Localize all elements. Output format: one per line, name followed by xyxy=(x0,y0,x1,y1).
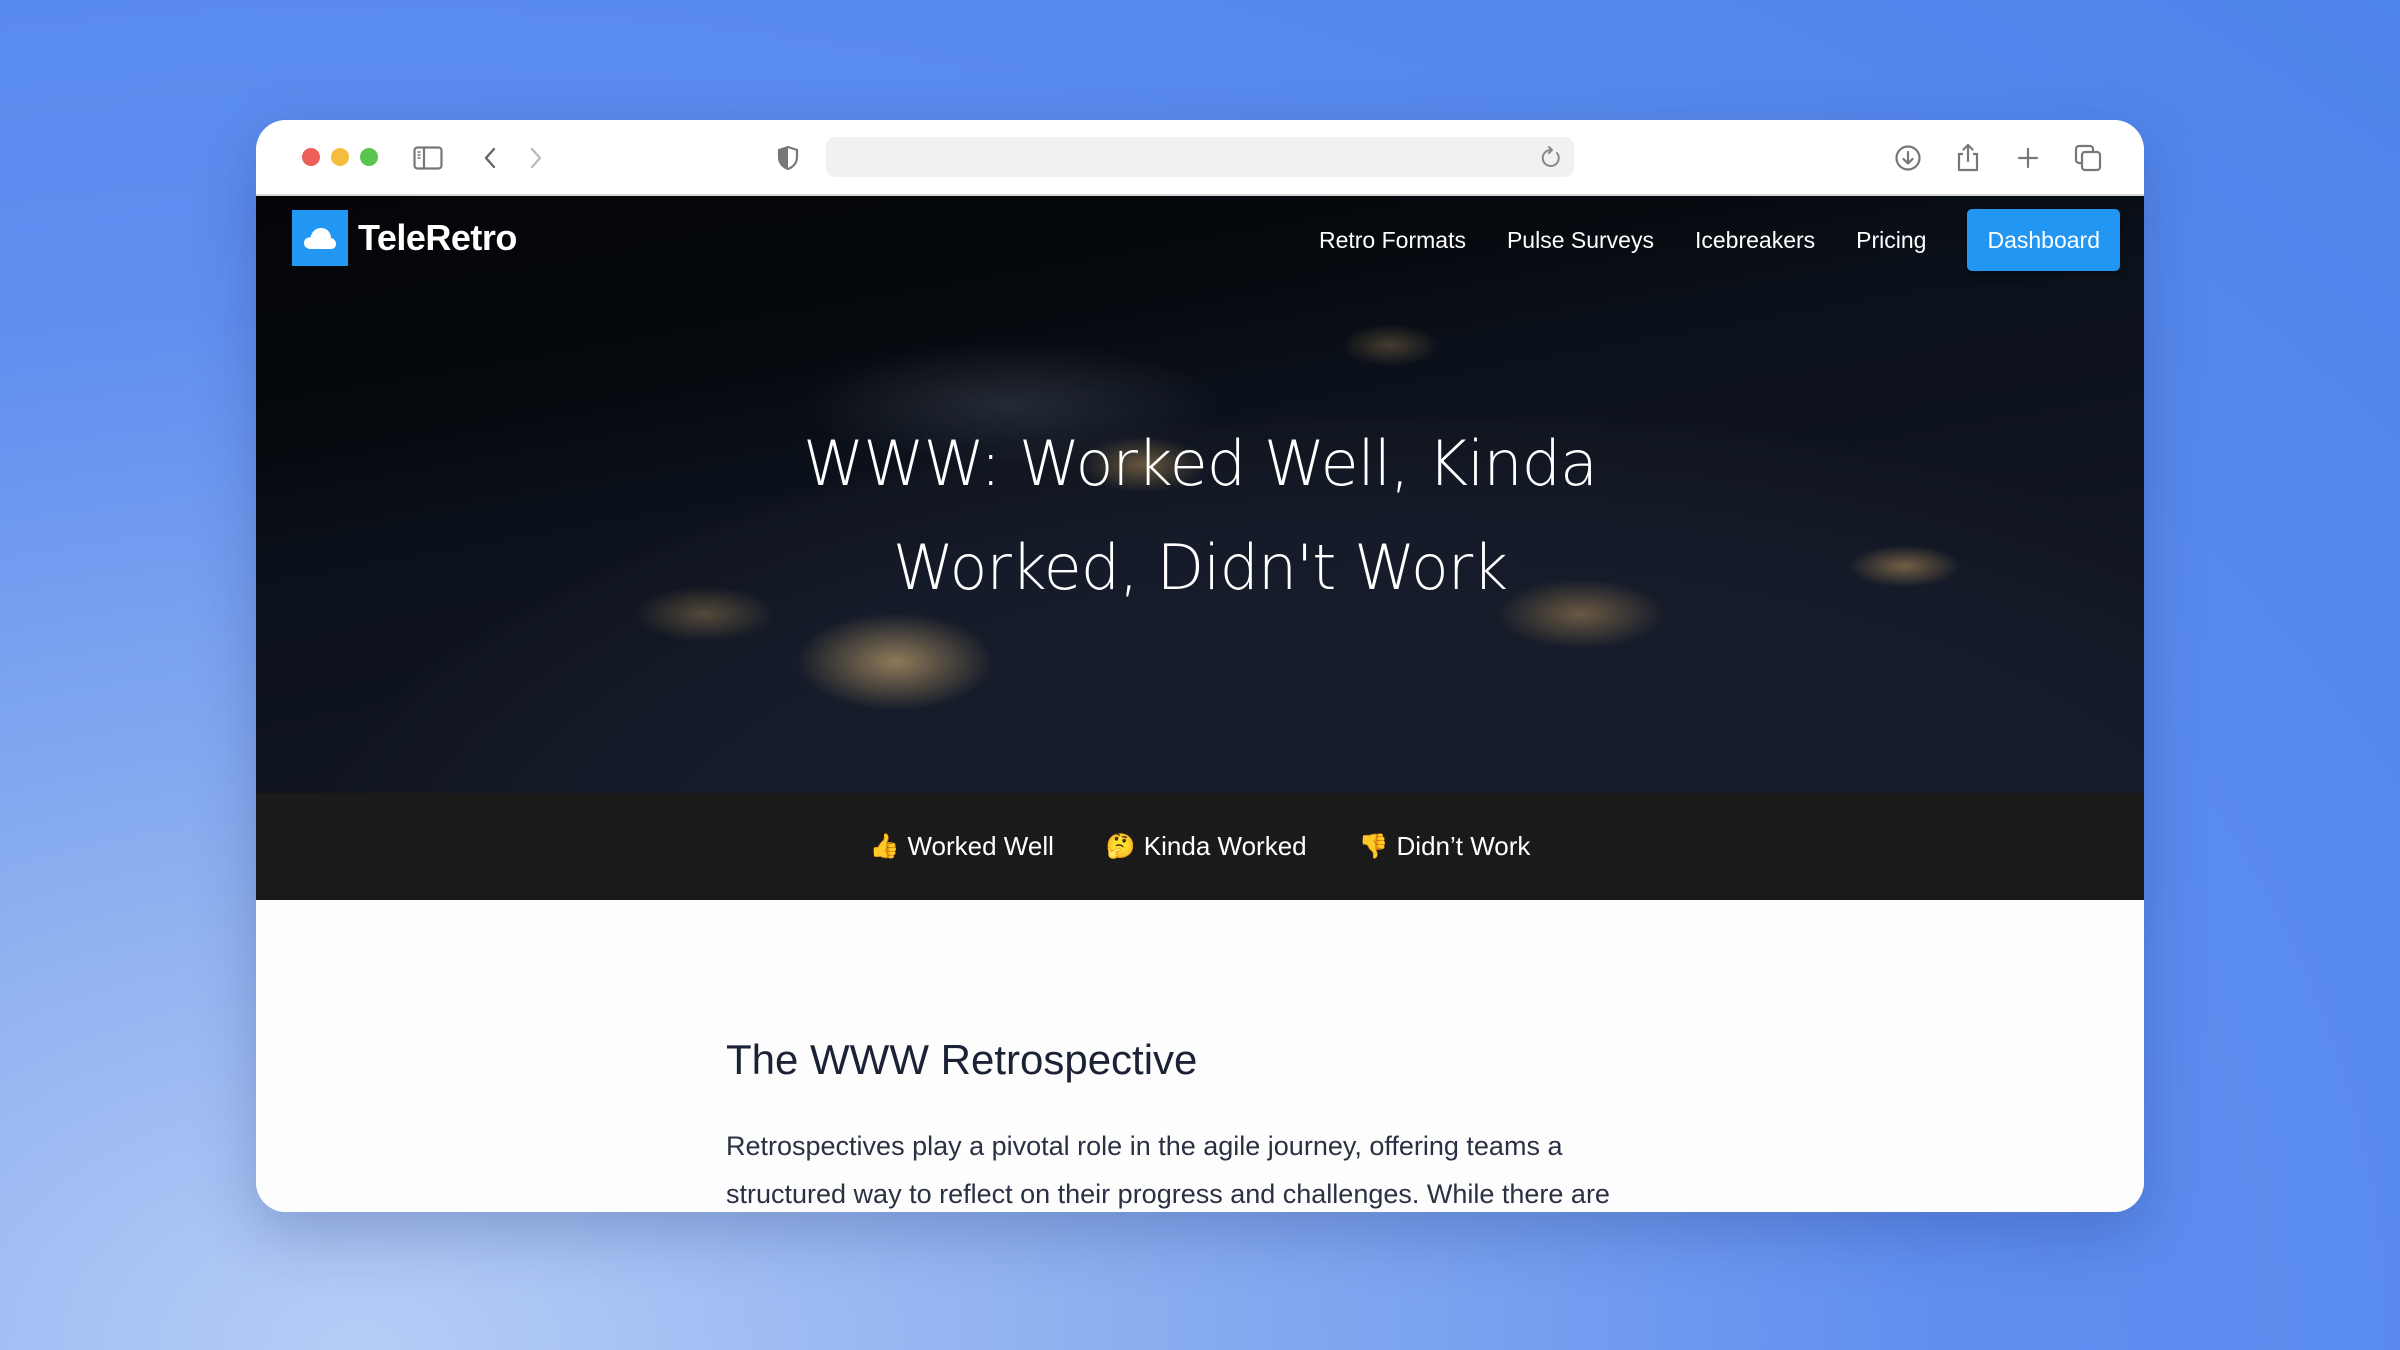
dashboard-button[interactable]: Dashboard xyxy=(1967,209,2120,271)
window-controls xyxy=(302,148,378,166)
hero-title-line-2: Worked, Didn't Work xyxy=(892,531,1508,604)
close-window-button[interactable] xyxy=(302,148,320,166)
tab-worked-well[interactable]: 👍 Worked Well xyxy=(870,831,1054,862)
plus-icon[interactable] xyxy=(2012,142,2044,174)
brand-name: TeleRetro xyxy=(358,217,517,258)
tab-label: Didn’t Work xyxy=(1396,831,1531,861)
download-icon[interactable] xyxy=(1892,142,1924,174)
chevron-right-icon[interactable] xyxy=(520,142,552,174)
hero-title-line-1: WWW: Worked Well, Kinda xyxy=(802,427,1598,500)
maximize-window-button[interactable] xyxy=(360,148,378,166)
address-bar[interactable] xyxy=(826,137,1574,177)
thinking-face-icon: 🤔 xyxy=(1105,833,1136,860)
tab-label: Worked Well xyxy=(907,831,1054,861)
chevron-left-icon[interactable] xyxy=(474,142,506,174)
tab-label: Kinda Worked xyxy=(1143,831,1307,861)
tab-kinda-worked[interactable]: 🤔 Kinda Worked xyxy=(1106,831,1307,862)
article-heading: The WWW Retrospective xyxy=(726,1036,1198,1083)
nav-link-pulse-surveys[interactable]: Pulse Surveys xyxy=(1507,227,1654,254)
category-tabs: 👍 Worked Well 🤔 Kinda Worked 👎 Didn’t Wo… xyxy=(256,793,2144,900)
nav-link-retro-formats[interactable]: Retro Formats xyxy=(1319,227,1466,254)
tabs-overview-icon[interactable] xyxy=(2072,142,2104,174)
tab-didnt-work[interactable]: 👎 Didn’t Work xyxy=(1359,831,1531,862)
browser-window: TeleRetro Retro Formats Pulse Surveys Ic… xyxy=(256,120,2144,1212)
hero-title: WWW: Worked Well, Kinda Worked, Didn't W… xyxy=(256,412,2144,620)
nav-link-icebreakers[interactable]: Icebreakers xyxy=(1695,227,1815,254)
minimize-window-button[interactable] xyxy=(331,148,349,166)
site-nav: TeleRetro Retro Formats Pulse Surveys Ic… xyxy=(256,196,2144,286)
article: The WWW Retrospective Retrospectives pla… xyxy=(726,1036,1686,1212)
thumbs-down-icon: 👎 xyxy=(1358,833,1389,860)
reload-icon[interactable] xyxy=(1538,144,1564,170)
brand-logo[interactable]: TeleRetro xyxy=(292,210,517,266)
article-paragraph: Retrospectives play a pivotal role in th… xyxy=(726,1131,1610,1209)
nav-links: Retro Formats Pulse Surveys Icebreakers … xyxy=(1319,209,2120,271)
thumbs-up-icon: 👍 xyxy=(869,833,900,860)
sidebar-icon[interactable] xyxy=(412,142,444,174)
browser-toolbar xyxy=(256,120,2144,196)
shield-icon[interactable] xyxy=(772,142,804,174)
web-page: TeleRetro Retro Formats Pulse Surveys Ic… xyxy=(256,196,2144,1212)
nav-link-pricing[interactable]: Pricing xyxy=(1856,227,1926,254)
share-icon[interactable] xyxy=(1952,142,1984,174)
cloud-icon xyxy=(292,210,348,266)
